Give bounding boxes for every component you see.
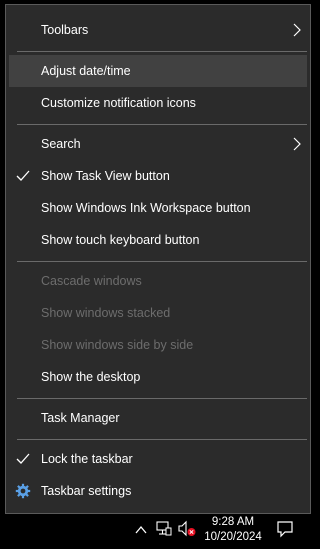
taskbar-clock[interactable]: 9:28 AM 10/20/2024 bbox=[198, 515, 268, 545]
menu-item-toolbars[interactable]: Toolbars bbox=[9, 14, 307, 46]
taskbar-context-menu: Toolbars Adjust date/time Customize noti… bbox=[5, 4, 311, 514]
menu-item-label: Show windows stacked bbox=[41, 306, 171, 320]
volume-muted-icon[interactable] bbox=[177, 520, 197, 538]
menu-item-label: Show Windows Ink Workspace button bbox=[41, 201, 251, 215]
menu-item-cascade-windows: Cascade windows bbox=[9, 265, 307, 297]
network-icon[interactable] bbox=[155, 520, 173, 538]
menu-item-label: Show touch keyboard button bbox=[41, 233, 200, 247]
menu-item-task-manager[interactable]: Task Manager bbox=[9, 402, 307, 434]
menu-item-show-touch-keyboard-button[interactable]: Show touch keyboard button bbox=[9, 224, 307, 256]
menu-item-show-task-view-button[interactable]: Show Task View button bbox=[9, 160, 307, 192]
menu-item-search[interactable]: Search bbox=[9, 128, 307, 160]
chevron-right-icon bbox=[293, 23, 301, 37]
menu-separator bbox=[17, 439, 307, 440]
clock-date: 10/20/2024 bbox=[204, 531, 262, 543]
menu-item-customize-notification-icons[interactable]: Customize notification icons bbox=[9, 87, 307, 119]
menu-item-label: Customize notification icons bbox=[41, 96, 196, 110]
notification-icon[interactable] bbox=[276, 520, 294, 538]
gear-icon bbox=[15, 483, 31, 499]
menu-separator bbox=[17, 398, 307, 399]
menu-item-label: Toolbars bbox=[41, 23, 89, 37]
menu-item-show-windows-stacked: Show windows stacked bbox=[9, 297, 307, 329]
menu-item-label: Taskbar settings bbox=[41, 484, 132, 498]
menu-separator bbox=[17, 124, 307, 125]
menu-item-show-windows-side-by-side: Show windows side by side bbox=[9, 329, 307, 361]
checkmark-icon bbox=[16, 170, 30, 181]
checkmark-icon bbox=[16, 453, 30, 464]
taskbar: 9:28 AM 10/20/2024 bbox=[0, 515, 316, 549]
menu-item-taskbar-settings[interactable]: Taskbar settings bbox=[9, 475, 307, 507]
clock-time: 9:28 AM bbox=[211, 516, 255, 528]
menu-item-adjust-date-time[interactable]: Adjust date/time bbox=[9, 55, 307, 87]
chevron-right-icon bbox=[293, 137, 301, 151]
menu-item-label: Adjust date/time bbox=[41, 64, 131, 78]
menu-item-label: Cascade windows bbox=[41, 274, 142, 288]
menu-separator bbox=[17, 51, 307, 52]
menu-item-show-windows-ink-workspace-button[interactable]: Show Windows Ink Workspace button bbox=[9, 192, 307, 224]
menu-item-label: Search bbox=[41, 137, 81, 151]
menu-item-label: Lock the taskbar bbox=[41, 452, 133, 466]
menu-item-label: Show windows side by side bbox=[41, 338, 194, 352]
menu-item-label: Show Task View button bbox=[41, 169, 170, 183]
menu-item-label: Show the desktop bbox=[41, 370, 141, 384]
menu-item-lock-the-taskbar[interactable]: Lock the taskbar bbox=[9, 443, 307, 475]
menu-separator bbox=[17, 261, 307, 262]
menu-item-show-the-desktop[interactable]: Show the desktop bbox=[9, 361, 307, 393]
chevron-up-icon[interactable] bbox=[134, 523, 148, 537]
menu-item-label: Task Manager bbox=[41, 411, 120, 425]
